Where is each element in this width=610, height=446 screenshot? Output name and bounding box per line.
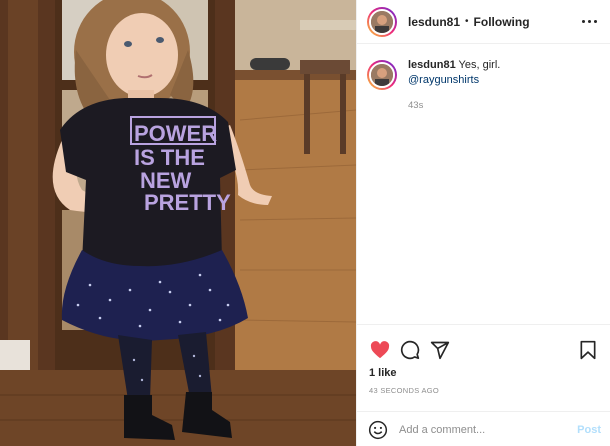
shirt-text-line-2: IS THE	[134, 145, 205, 170]
post-header: lesdun81 • Following	[357, 0, 610, 44]
header-separator: •	[465, 16, 469, 27]
caption: lesdun81 Yes, girl. @raygunshirts 43s	[367, 58, 601, 113]
post-timestamp: 43 SECONDS AGO	[369, 386, 440, 395]
likes-count[interactable]: 1 like	[369, 367, 397, 379]
heart-icon[interactable]	[369, 339, 391, 361]
post-side-panel: lesdun81 • Following lesdun81 Yes, girl.…	[356, 0, 610, 446]
bookmark-icon[interactable]	[577, 339, 599, 361]
header-username[interactable]: lesdun81	[408, 15, 460, 29]
more-icon[interactable]	[578, 12, 600, 32]
post-photo[interactable]: POWER IS THE NEW PRETTY	[0, 0, 356, 446]
comment-input[interactable]	[399, 423, 569, 436]
caption-username[interactable]: lesdun81	[408, 59, 456, 71]
comment-bar: Post	[357, 411, 610, 446]
emoji-icon[interactable]	[367, 419, 389, 441]
caption-time: 43s	[408, 100, 424, 111]
photo-illustration: POWER IS THE NEW PRETTY	[0, 0, 356, 446]
caption-text: Yes, girl.	[455, 59, 501, 71]
shirt-text-line-4: PRETTY	[144, 190, 231, 215]
share-icon[interactable]	[429, 339, 451, 361]
avatar[interactable]	[367, 6, 397, 37]
shirt-text-line-1: POWER	[134, 121, 217, 146]
post-comment-button[interactable]: Post	[577, 424, 601, 436]
caption-avatar[interactable]	[367, 60, 397, 90]
caption-mention-link[interactable]: @raygunshirts	[408, 73, 500, 88]
post-actions: 1 like 43 SECONDS AGO Post	[357, 324, 610, 446]
following-button[interactable]: Following	[474, 15, 530, 29]
comment-icon[interactable]	[399, 339, 421, 361]
